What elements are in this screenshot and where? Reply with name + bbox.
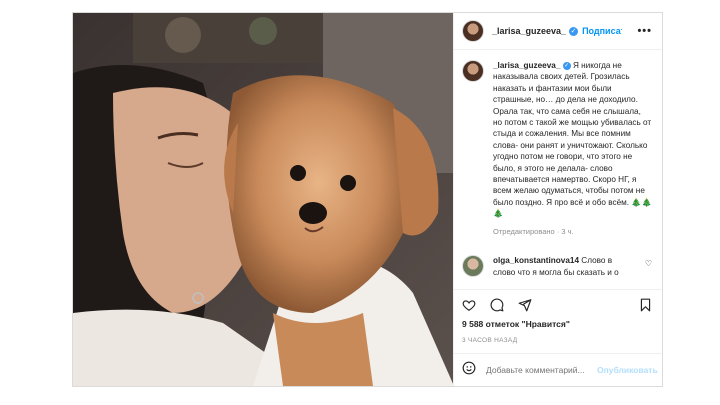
caption-meta: Отредактировано · 3 ч. (493, 226, 574, 236)
publish-button[interactable]: Опубликовать (597, 365, 658, 375)
post-header: _larisa_guzeeva_ ✓ Подписаться ••• (454, 13, 662, 50)
action-bar (454, 289, 662, 319)
comment-like-icon[interactable]: ♡ (645, 259, 652, 268)
commenter-username[interactable]: olga_konstantinova14 (493, 256, 579, 265)
post-photo[interactable] (73, 13, 453, 386)
comment-icon[interactable] (490, 298, 504, 312)
author-avatar[interactable] (462, 20, 484, 42)
verified-badge-icon: ✓ (562, 61, 571, 70)
comment-input[interactable] (486, 365, 597, 375)
commenter-avatar[interactable] (462, 255, 484, 278)
comment-item: olga_konstantinova14 Слово в слово что я… (462, 255, 652, 278)
comments-section: _larisa_guzeeva_ ✓ Я никогда не наказыва… (454, 50, 662, 289)
emoji-icon[interactable] (462, 361, 476, 380)
likes-count[interactable]: 9 588 отметок "Нравится" (454, 319, 662, 333)
heart-icon[interactable] (462, 298, 476, 312)
comment-body: olga_konstantinova14 Слово в слово что я… (493, 255, 633, 278)
verified-badge-icon: ✓ (569, 26, 579, 36)
caption: _larisa_guzeeva_ ✓ Я никогда не наказыва… (462, 60, 652, 237)
post-sidebar: _larisa_guzeeva_ ✓ Подписаться ••• _lari… (453, 13, 662, 386)
caption-text: Я никогда не наказывала своих детей. Гро… (493, 61, 652, 219)
add-comment-bar: Опубликовать (454, 353, 662, 386)
more-options-icon[interactable]: ••• (637, 25, 652, 37)
follow-button[interactable]: Подписаться (582, 26, 622, 36)
post-container: _larisa_guzeeva_ ✓ Подписаться ••• _lari… (72, 12, 663, 387)
send-icon[interactable] (518, 298, 532, 312)
bookmark-icon[interactable] (639, 298, 652, 312)
photo-woman-with-dog (73, 13, 453, 386)
author-username[interactable]: _larisa_guzeeva_ (492, 26, 566, 36)
caption-author-avatar[interactable] (462, 60, 484, 82)
caption-body: _larisa_guzeeva_ ✓ Я никогда не наказыва… (493, 60, 652, 237)
caption-author-username[interactable]: _larisa_guzeeva_ (493, 61, 560, 70)
post-timestamp: 3 ЧАСОВ НАЗАД (462, 337, 518, 344)
